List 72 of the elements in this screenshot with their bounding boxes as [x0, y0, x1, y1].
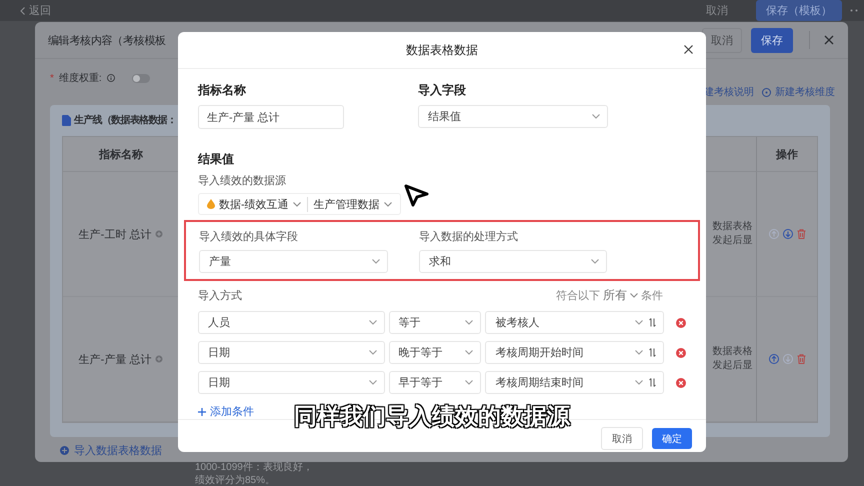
match-label: 条件 [641, 289, 663, 303]
add-condition-link[interactable]: 添加条件 [198, 404, 254, 419]
select-field[interactable]: 日期 [198, 341, 385, 364]
delete-circle-icon[interactable] [676, 348, 686, 358]
match-label: 符合以下 [556, 289, 600, 303]
up-circle-icon[interactable] [768, 354, 778, 364]
document-icon [62, 114, 71, 126]
select-field[interactable]: 等于 [388, 311, 482, 334]
select-field[interactable]: 早于等于 [388, 371, 482, 394]
select-field[interactable]: 考核周期开始时间 [485, 341, 664, 364]
chevron-down-icon [635, 380, 644, 385]
plus-icon [198, 408, 206, 416]
delete-circle-icon[interactable] [676, 378, 686, 388]
chevron-left-icon [20, 6, 25, 14]
select-field[interactable]: 产量 [199, 250, 388, 273]
video-subtitle: 同样我们导入绩效的数据源 [294, 402, 570, 431]
select-field[interactable]: 结果值 [418, 105, 608, 128]
weight-label: 维度权重: [58, 72, 102, 85]
chevron-down-icon [368, 380, 377, 385]
chevron-down-icon [592, 114, 600, 119]
description-text: 1000-1099件：表现良好， [195, 461, 313, 474]
field-label: 导入绩效的数据源 [198, 174, 287, 188]
select-field[interactable]: 人员 [198, 311, 385, 334]
chevron-down-icon [591, 259, 599, 264]
select-field[interactable]: 日期 [198, 371, 385, 394]
chevron-down-icon [465, 350, 474, 355]
chevron-down-icon [372, 259, 380, 264]
select-field[interactable]: 考核周期结束时间 [485, 371, 664, 394]
source-dropdown[interactable]: 数据-绩效互通 [201, 196, 307, 212]
info-icon [106, 74, 115, 82]
description-text: 绩效评分为85%。 [195, 474, 276, 486]
required-mark: * [50, 72, 54, 84]
select-field[interactable]: 求和 [419, 250, 607, 273]
cursor-icon [403, 183, 429, 207]
card-title: 生产线（数据表格数据： [74, 114, 176, 127]
chevron-down-icon [292, 202, 301, 206]
select-field[interactable]: 晚于等于 [388, 341, 482, 364]
section-title: 结果值 [198, 151, 235, 168]
cancel-button[interactable]: 取消 [601, 427, 643, 450]
chevron-down-icon [630, 293, 638, 298]
table-cell-text: 数据表格发起后显 [712, 345, 754, 373]
column-header: 操作 [756, 137, 817, 172]
close-icon[interactable] [824, 35, 834, 45]
chevron-down-icon [384, 202, 392, 206]
save-button[interactable]: 保存 [751, 28, 793, 52]
field-label: 指标名称 [198, 82, 247, 99]
weight-toggle[interactable] [132, 74, 150, 82]
dialog-title: 数据表格数据 [406, 42, 478, 58]
chevron-down-icon [635, 350, 644, 355]
match-dropdown[interactable]: 所有 [603, 287, 638, 304]
delete-circle-icon[interactable] [676, 318, 686, 328]
sort-icon[interactable] [649, 378, 656, 387]
confirm-button[interactable]: 确定 [652, 428, 692, 449]
drawer-title: 编辑考核内容（考核模板 [48, 34, 166, 48]
chevron-down-icon [465, 380, 474, 385]
field-label: 导入绩效的具体字段 [199, 230, 299, 244]
field-label: 导入方式 [198, 288, 242, 303]
close-icon[interactable] [684, 45, 693, 54]
field-label: 导入数据的处理方式 [419, 230, 519, 244]
select-field[interactable]: 被考核人 [485, 311, 664, 334]
chevron-down-icon [368, 320, 377, 325]
sort-icon[interactable] [649, 348, 656, 357]
down-circle-icon[interactable] [782, 229, 792, 239]
chevron-down-icon [368, 350, 377, 355]
chevron-down-icon [635, 320, 644, 325]
field-label: 导入字段 [418, 82, 467, 99]
table-cell-text: 数据表格发起后显 [712, 220, 754, 248]
sort-icon[interactable] [649, 318, 656, 327]
input-field[interactable]: 生产-产量 总计 [198, 105, 344, 129]
more-icon[interactable] [850, 9, 858, 12]
source-dropdown[interactable]: 生产管理数据 [306, 196, 398, 212]
chevron-down-icon [465, 320, 474, 325]
